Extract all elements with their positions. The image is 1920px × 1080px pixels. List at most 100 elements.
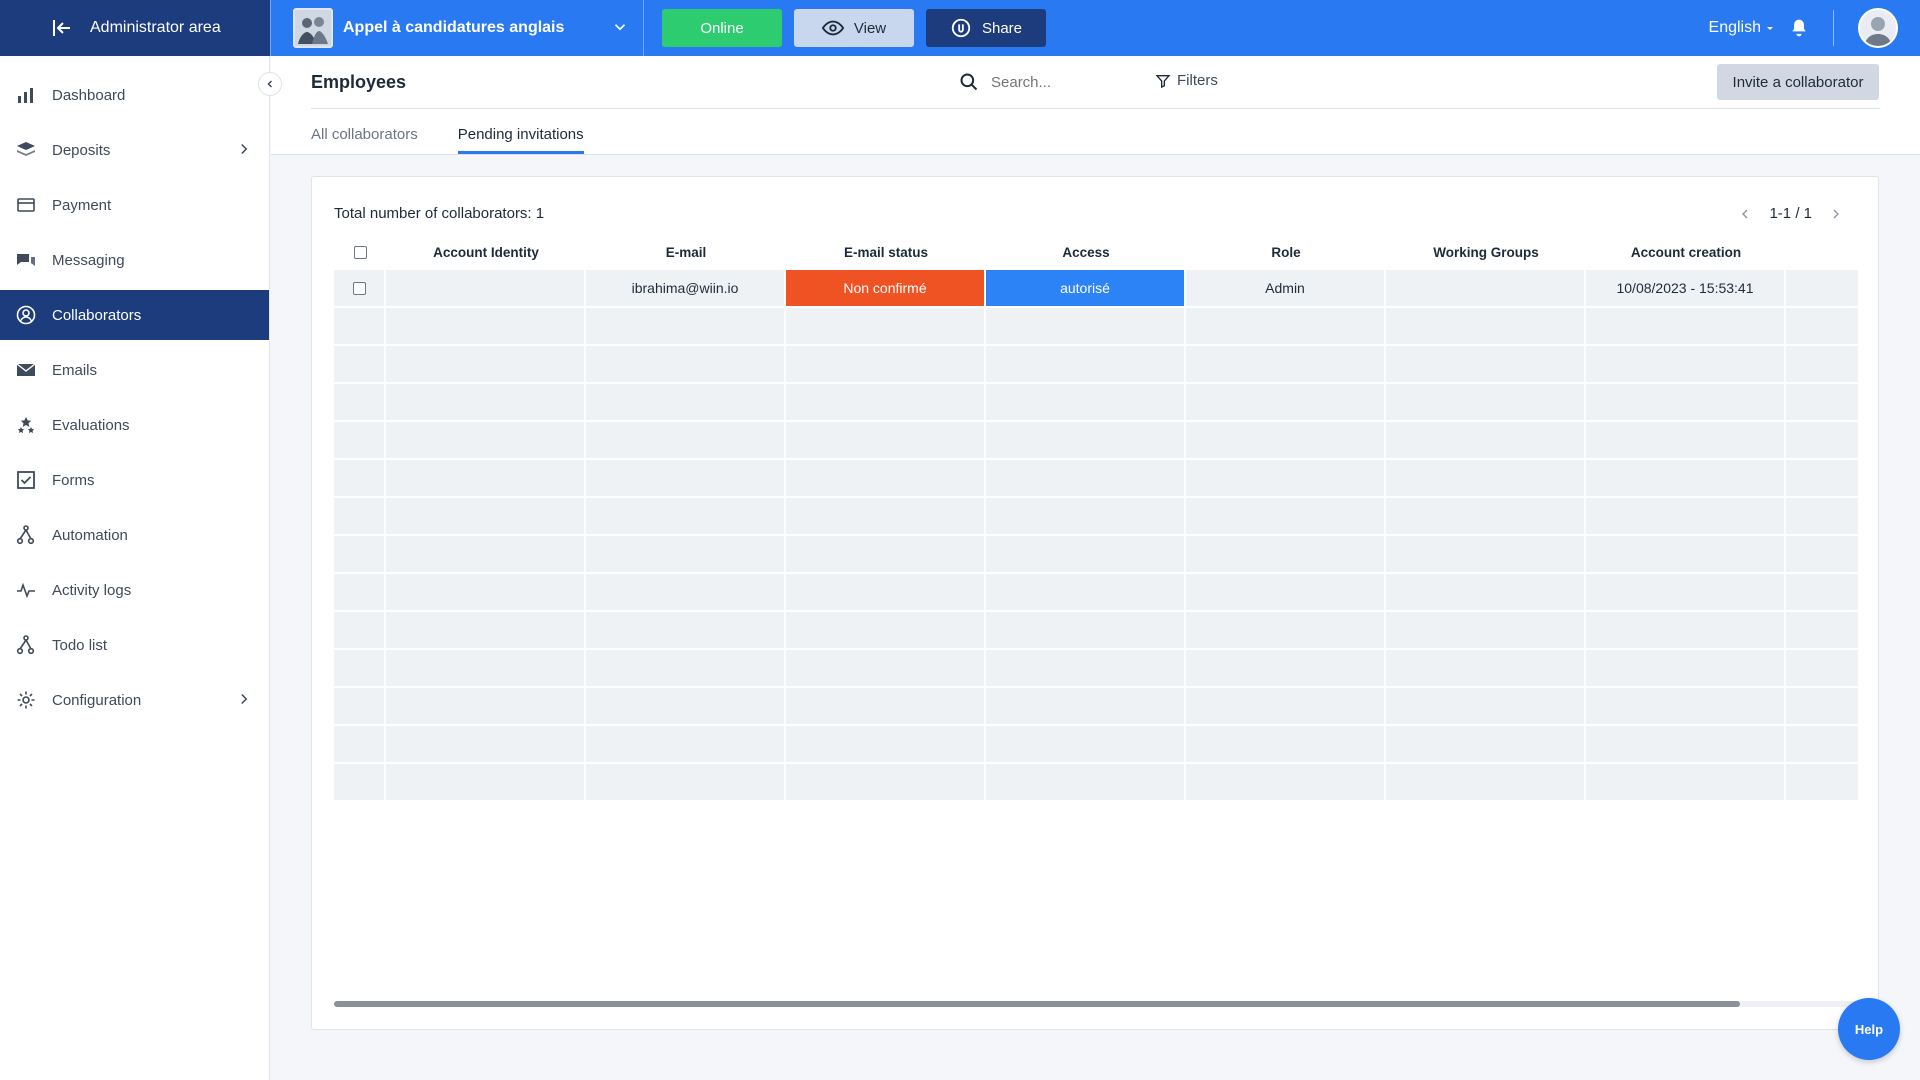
actions-cell xyxy=(1786,270,1858,308)
empty-cell xyxy=(1786,460,1858,498)
empty-cell xyxy=(334,726,386,764)
tab-all-collaborators[interactable]: All collaborators xyxy=(311,126,418,154)
empty-cell xyxy=(786,308,986,346)
empty-cell xyxy=(1786,384,1858,422)
empty-table-row xyxy=(334,688,1858,726)
administrator-area-button[interactable]: Administrator area xyxy=(0,0,270,56)
bell-icon[interactable] xyxy=(1789,17,1809,39)
empty-cell xyxy=(1386,726,1586,764)
empty-cell xyxy=(986,612,1186,650)
sidebar-item-dashboard[interactable]: Dashboard xyxy=(0,70,269,120)
share-icon xyxy=(951,18,971,38)
empty-cell xyxy=(786,764,986,802)
exit-arrow-icon xyxy=(53,20,70,36)
invite-collaborator-button[interactable]: Invite a collaborator xyxy=(1717,64,1879,100)
empty-cell xyxy=(586,498,786,536)
empty-cell xyxy=(334,308,386,346)
empty-cell xyxy=(386,460,586,498)
empty-cell xyxy=(986,764,1186,802)
empty-cell xyxy=(334,764,386,802)
sidebar-item-activity-logs[interactable]: Activity logs xyxy=(0,565,269,615)
pulse-icon xyxy=(14,578,38,602)
sidebar-item-payment[interactable]: Payment xyxy=(0,180,269,230)
table-row[interactable]: ibrahima@wiin.io Non confirmé autorisé A… xyxy=(334,270,1858,308)
empty-cell xyxy=(786,726,986,764)
tab-pending-invitations[interactable]: Pending invitations xyxy=(457,126,584,154)
empty-table-row xyxy=(334,308,1858,346)
empty-cell xyxy=(986,536,1186,574)
empty-cell xyxy=(1786,688,1858,726)
empty-cell xyxy=(1786,422,1858,460)
empty-cell xyxy=(1386,498,1586,536)
empty-cell xyxy=(786,346,986,384)
sidebar-item-automation[interactable]: Automation xyxy=(0,510,269,560)
column-header[interactable]: Working Groups xyxy=(1386,234,1586,270)
column-header[interactable]: Account Identity xyxy=(386,234,586,270)
empty-cell xyxy=(386,764,586,802)
sidebar-item-evaluations[interactable]: Evaluations xyxy=(0,400,269,450)
filters-button[interactable]: Filters xyxy=(1155,72,1218,89)
search-box xyxy=(959,72,1141,92)
sidebar: Dashboard Deposits Payment Messaging Col… xyxy=(0,56,270,1080)
working-groups-cell xyxy=(1386,270,1586,308)
search-input[interactable] xyxy=(991,73,1141,91)
empty-cell xyxy=(586,764,786,802)
empty-cell xyxy=(1186,460,1386,498)
chevron-left-icon xyxy=(267,80,273,88)
empty-cell xyxy=(586,574,786,612)
empty-cell xyxy=(1386,536,1586,574)
empty-cell xyxy=(1786,650,1858,688)
sidebar-item-configuration[interactable]: Configuration xyxy=(0,675,269,725)
empty-cell xyxy=(586,422,786,460)
chevron-down-icon xyxy=(614,24,626,31)
view-button[interactable]: View xyxy=(794,9,914,47)
empty-cell xyxy=(786,688,986,726)
column-header[interactable]: Role xyxy=(1186,234,1386,270)
column-header[interactable]: E-mail status xyxy=(786,234,986,270)
sidebar-item-label: Dashboard xyxy=(52,86,126,104)
column-header[interactable]: Account creation xyxy=(1586,234,1786,270)
empty-cell xyxy=(386,650,586,688)
language-selector[interactable]: English xyxy=(1709,19,1775,37)
share-label: Share xyxy=(981,19,1023,37)
row-checkbox[interactable] xyxy=(352,281,366,295)
horizontal-scrollbar[interactable] xyxy=(334,1001,1858,1007)
empty-cell xyxy=(586,612,786,650)
empty-cell xyxy=(386,574,586,612)
empty-table-row xyxy=(334,384,1858,422)
previous-page-icon[interactable] xyxy=(1737,206,1753,222)
empty-table-row xyxy=(334,726,1858,764)
share-button[interactable]: Share xyxy=(926,9,1046,47)
column-header[interactable]: E-mail xyxy=(586,234,786,270)
sidebar-item-emails[interactable]: Emails xyxy=(0,345,269,395)
sidebar-item-forms[interactable]: Forms xyxy=(0,455,269,505)
empty-table-row xyxy=(334,346,1858,384)
select-all-checkbox[interactable] xyxy=(353,245,367,259)
collapse-sidebar-button[interactable] xyxy=(258,72,282,96)
empty-cell xyxy=(786,612,986,650)
scrollbar-thumb[interactable] xyxy=(334,1001,1740,1007)
sidebar-item-todo-list[interactable]: Todo list xyxy=(0,620,269,670)
empty-cell xyxy=(386,612,586,650)
next-page-icon[interactable] xyxy=(1828,206,1844,222)
online-button[interactable]: Online xyxy=(662,9,782,47)
gear-icon xyxy=(14,688,38,712)
empty-cell xyxy=(1186,574,1386,612)
sidebar-item-deposits[interactable]: Deposits xyxy=(0,125,269,175)
email-status-badge: Non confirmé xyxy=(786,270,986,308)
avatar[interactable] xyxy=(1858,8,1898,48)
empty-cell xyxy=(334,536,386,574)
help-button[interactable]: Help xyxy=(1838,998,1900,1060)
empty-cell xyxy=(986,346,1186,384)
project-name: Appel à candidatures anglais xyxy=(343,19,565,36)
view-label: View xyxy=(853,19,887,37)
empty-cell xyxy=(986,384,1186,422)
sidebar-item-messaging[interactable]: Messaging xyxy=(0,235,269,285)
empty-cell xyxy=(1186,536,1386,574)
column-header[interactable]: Access xyxy=(986,234,1186,270)
empty-cell xyxy=(586,460,786,498)
empty-cell xyxy=(1586,384,1786,422)
project-selector[interactable]: Appel à candidatures anglais xyxy=(270,0,644,56)
sidebar-item-collaborators[interactable]: Collaborators xyxy=(0,290,269,340)
empty-cell xyxy=(386,346,586,384)
